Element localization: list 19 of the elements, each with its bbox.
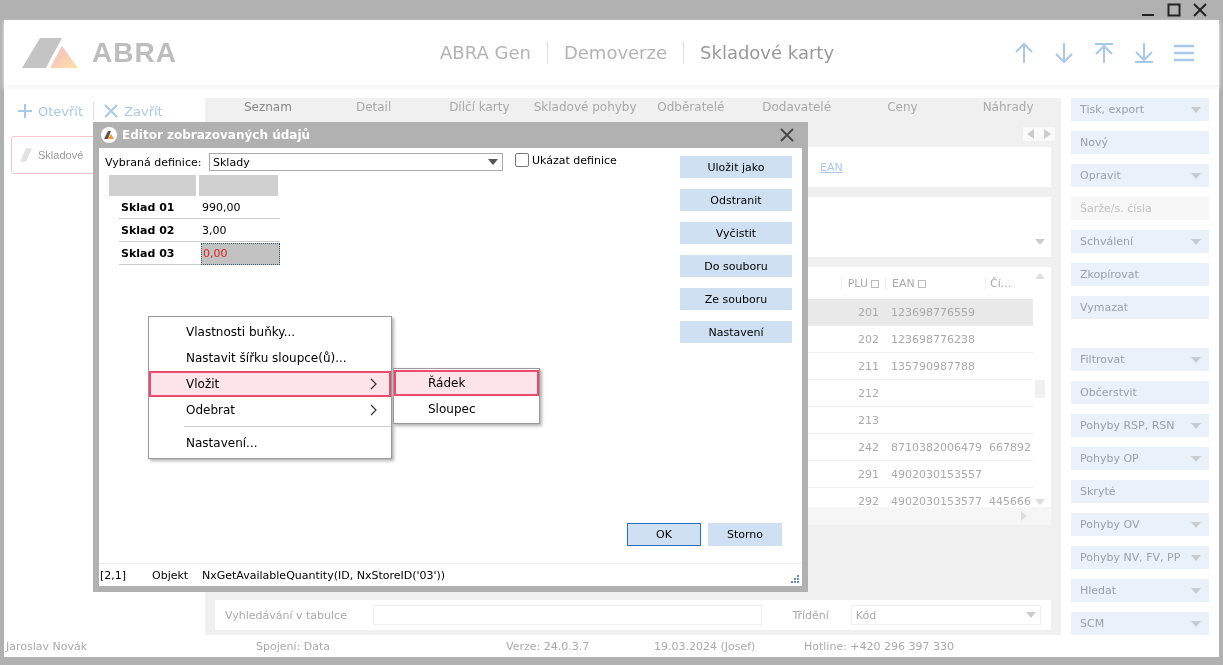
dialog-title: Editor zobrazovaných údajů: [122, 128, 312, 142]
status-text: Hotline: +420 296 397 330: [804, 639, 955, 653]
logo-text: ABRA: [92, 36, 177, 69]
grid-cell: Sklad 02: [119, 219, 201, 242]
search-label: Vyhledávání v tabulce: [225, 608, 347, 622]
grid-cell: Sklad 01: [119, 196, 201, 219]
header-title: Skladové karty: [700, 42, 835, 63]
definition-label: Vybraná definice:: [105, 155, 203, 169]
status-text: [2,1]: [100, 568, 128, 582]
status-text: 19.03.2024 (Josef): [654, 639, 757, 653]
status-text: Objekt: [152, 568, 190, 582]
sort-label: Třídění: [792, 608, 830, 622]
status-text: Jaroslav Novák: [6, 639, 89, 653]
status-text: NxGetAvailableQuantity(ID, NxStoreID('03')): [202, 568, 446, 582]
header-title: ABRA Gen: [440, 42, 531, 63]
status-text: Spojení: Data: [256, 639, 331, 653]
header-title: Demoverze: [563, 42, 668, 63]
status-text: Verze: 24.0.3.7: [506, 639, 591, 653]
checkbox-label: Ukázat definice: [532, 153, 617, 167]
